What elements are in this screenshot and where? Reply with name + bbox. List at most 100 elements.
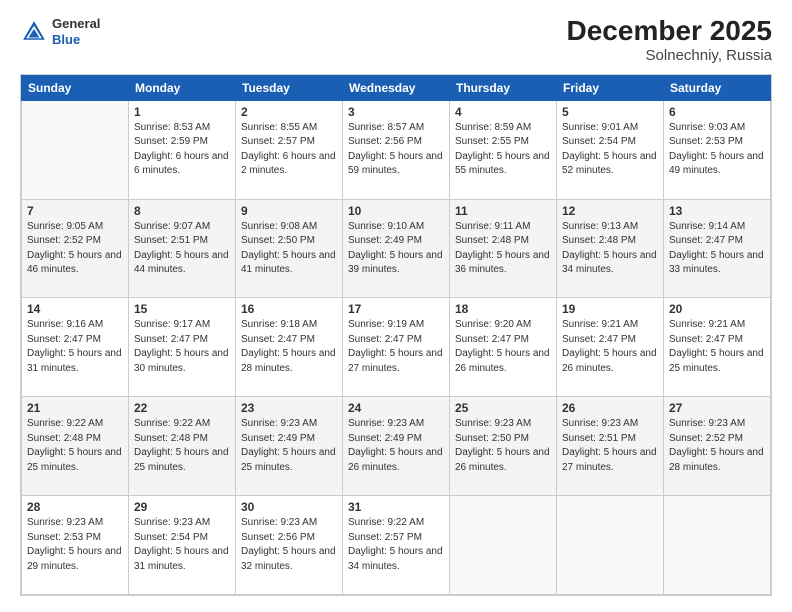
calendar-cell: 13 Sunrise: 9:14 AM Sunset: 2:47 PM Dayl… [664,199,771,298]
daylight: Daylight: 5 hours and 33 minutes. [669,249,765,278]
calendar-cell: 24 Sunrise: 9:23 AM Sunset: 2:49 PM Dayl… [343,397,450,496]
daylight: Daylight: 5 hours and 28 minutes. [669,446,765,475]
calendar-cell: 2 Sunrise: 8:55 AM Sunset: 2:57 PM Dayli… [236,100,343,199]
daylight: Daylight: 5 hours and 32 minutes. [241,545,337,574]
day-number: 25 [455,401,551,415]
sunrise: Sunrise: 9:07 AM [134,220,230,235]
calendar-week-4: 28 Sunrise: 9:23 AM Sunset: 2:53 PM Dayl… [22,496,771,595]
title-block: December 2025 Solnechniy, Russia [567,16,772,64]
day-info: Sunrise: 9:23 AM Sunset: 2:53 PM Dayligh… [27,516,123,574]
day-number: 29 [134,500,230,514]
sunrise: Sunrise: 9:11 AM [455,220,551,235]
page: General Blue December 2025 Solnechniy, R… [0,0,792,612]
sunset: Sunset: 2:51 PM [134,234,230,249]
day-number: 17 [348,302,444,316]
daylight: Daylight: 5 hours and 52 minutes. [562,150,658,179]
day-number: 8 [134,204,230,218]
sunset: Sunset: 2:47 PM [348,333,444,348]
daylight: Daylight: 5 hours and 26 minutes. [562,347,658,376]
calendar-cell: 9 Sunrise: 9:08 AM Sunset: 2:50 PM Dayli… [236,199,343,298]
sunset: Sunset: 2:57 PM [348,531,444,546]
calendar-cell: 14 Sunrise: 9:16 AM Sunset: 2:47 PM Dayl… [22,298,129,397]
calendar-cell: 21 Sunrise: 9:22 AM Sunset: 2:48 PM Dayl… [22,397,129,496]
sunrise: Sunrise: 9:13 AM [562,220,658,235]
calendar-cell: 29 Sunrise: 9:23 AM Sunset: 2:54 PM Dayl… [129,496,236,595]
day-info: Sunrise: 9:14 AM Sunset: 2:47 PM Dayligh… [669,220,765,278]
sunrise: Sunrise: 8:57 AM [348,121,444,136]
calendar-cell: 11 Sunrise: 9:11 AM Sunset: 2:48 PM Dayl… [450,199,557,298]
calendar-cell: 3 Sunrise: 8:57 AM Sunset: 2:56 PM Dayli… [343,100,450,199]
sunrise: Sunrise: 9:23 AM [455,417,551,432]
daylight: Daylight: 5 hours and 44 minutes. [134,249,230,278]
calendar-cell: 16 Sunrise: 9:18 AM Sunset: 2:47 PM Dayl… [236,298,343,397]
calendar-cell: 28 Sunrise: 9:23 AM Sunset: 2:53 PM Dayl… [22,496,129,595]
sunrise: Sunrise: 9:21 AM [669,318,765,333]
daylight: Daylight: 5 hours and 31 minutes. [27,347,123,376]
calendar-cell: 8 Sunrise: 9:07 AM Sunset: 2:51 PM Dayli… [129,199,236,298]
day-number: 4 [455,105,551,119]
day-info: Sunrise: 9:23 AM Sunset: 2:54 PM Dayligh… [134,516,230,574]
sunset: Sunset: 2:47 PM [241,333,337,348]
daylight: Daylight: 5 hours and 31 minutes. [134,545,230,574]
daylight: Daylight: 5 hours and 26 minutes. [455,347,551,376]
daylight: Daylight: 5 hours and 59 minutes. [348,150,444,179]
calendar: Sunday Monday Tuesday Wednesday Thursday… [20,74,772,596]
sunset: Sunset: 2:48 PM [455,234,551,249]
sunset: Sunset: 2:52 PM [669,432,765,447]
calendar-table: Sunday Monday Tuesday Wednesday Thursday… [21,75,771,595]
sunrise: Sunrise: 9:23 AM [134,516,230,531]
day-info: Sunrise: 9:08 AM Sunset: 2:50 PM Dayligh… [241,220,337,278]
sunrise: Sunrise: 8:53 AM [134,121,230,136]
calendar-cell: 23 Sunrise: 9:23 AM Sunset: 2:49 PM Dayl… [236,397,343,496]
calendar-cell: 20 Sunrise: 9:21 AM Sunset: 2:47 PM Dayl… [664,298,771,397]
sunset: Sunset: 2:51 PM [562,432,658,447]
sunset: Sunset: 2:54 PM [134,531,230,546]
calendar-cell: 4 Sunrise: 8:59 AM Sunset: 2:55 PM Dayli… [450,100,557,199]
day-number: 5 [562,105,658,119]
sunrise: Sunrise: 9:23 AM [348,417,444,432]
daylight: Daylight: 5 hours and 27 minutes. [348,347,444,376]
calendar-week-2: 14 Sunrise: 9:16 AM Sunset: 2:47 PM Dayl… [22,298,771,397]
daylight: Daylight: 5 hours and 34 minutes. [562,249,658,278]
daylight: Daylight: 5 hours and 25 minutes. [27,446,123,475]
day-number: 14 [27,302,123,316]
sunset: Sunset: 2:56 PM [348,135,444,150]
logo-text: General Blue [52,16,100,47]
sunset: Sunset: 2:59 PM [134,135,230,150]
sunset: Sunset: 2:48 PM [27,432,123,447]
sunset: Sunset: 2:54 PM [562,135,658,150]
logo-general-text: General [52,16,100,32]
sunset: Sunset: 2:47 PM [27,333,123,348]
sunset: Sunset: 2:47 PM [455,333,551,348]
calendar-cell: 26 Sunrise: 9:23 AM Sunset: 2:51 PM Dayl… [557,397,664,496]
calendar-cell: 12 Sunrise: 9:13 AM Sunset: 2:48 PM Dayl… [557,199,664,298]
day-number: 15 [134,302,230,316]
sunset: Sunset: 2:47 PM [669,234,765,249]
day-number: 9 [241,204,337,218]
calendar-subtitle: Solnechniy, Russia [567,47,772,64]
day-info: Sunrise: 9:10 AM Sunset: 2:49 PM Dayligh… [348,220,444,278]
weekday-row: Sunday Monday Tuesday Wednesday Thursday… [22,75,771,100]
day-number: 28 [27,500,123,514]
daylight: Daylight: 5 hours and 25 minutes. [134,446,230,475]
calendar-cell: 27 Sunrise: 9:23 AM Sunset: 2:52 PM Dayl… [664,397,771,496]
calendar-cell [22,100,129,199]
sunrise: Sunrise: 9:21 AM [562,318,658,333]
daylight: Daylight: 5 hours and 26 minutes. [348,446,444,475]
day-number: 27 [669,401,765,415]
calendar-cell: 30 Sunrise: 9:23 AM Sunset: 2:56 PM Dayl… [236,496,343,595]
calendar-cell: 18 Sunrise: 9:20 AM Sunset: 2:47 PM Dayl… [450,298,557,397]
calendar-header: Sunday Monday Tuesday Wednesday Thursday… [22,75,771,100]
calendar-cell: 5 Sunrise: 9:01 AM Sunset: 2:54 PM Dayli… [557,100,664,199]
calendar-week-3: 21 Sunrise: 9:22 AM Sunset: 2:48 PM Dayl… [22,397,771,496]
day-info: Sunrise: 9:22 AM Sunset: 2:57 PM Dayligh… [348,516,444,574]
sunset: Sunset: 2:47 PM [669,333,765,348]
day-info: Sunrise: 9:22 AM Sunset: 2:48 PM Dayligh… [27,417,123,475]
sunset: Sunset: 2:49 PM [348,432,444,447]
day-number: 13 [669,204,765,218]
header-tuesday: Tuesday [236,75,343,100]
daylight: Daylight: 5 hours and 28 minutes. [241,347,337,376]
calendar-cell [664,496,771,595]
day-number: 3 [348,105,444,119]
calendar-cell: 25 Sunrise: 9:23 AM Sunset: 2:50 PM Dayl… [450,397,557,496]
